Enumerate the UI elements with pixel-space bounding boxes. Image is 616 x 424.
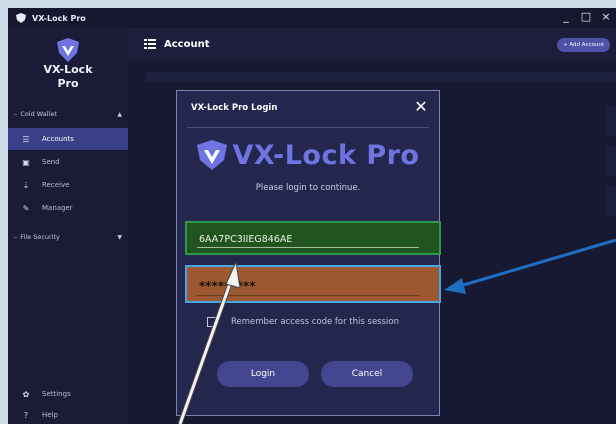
sidebar-item-settings[interactable]: ✿ Settings xyxy=(8,383,128,405)
window-title: VX-Lock Pro xyxy=(32,13,86,23)
sidebar-item-label: Accounts xyxy=(42,135,74,143)
brand-logo: VX-Lock Pro xyxy=(177,135,439,175)
title-bar: VX-Lock Pro _ □ × xyxy=(8,8,616,28)
username-field[interactable] xyxy=(185,221,441,255)
sidebar-logo: VX-Lock Pro xyxy=(38,38,98,90)
receive-icon: ⇣ xyxy=(22,180,30,190)
remember-checkbox[interactable] xyxy=(207,317,217,327)
gear-icon: ✿ xyxy=(22,389,30,399)
section-file-security[interactable]: – File Security ▼ xyxy=(8,230,128,244)
login-button[interactable]: Login xyxy=(217,361,309,387)
list-icon: ☰ xyxy=(22,134,30,144)
list-header-icon xyxy=(144,39,156,49)
send-icon: ▣ xyxy=(22,157,30,167)
dialog-header: VX-Lock Pro Login ✕ xyxy=(177,91,439,125)
sidebar-item-receive[interactable]: ⇣ Receive xyxy=(8,174,128,196)
close-icon[interactable]: ✕ xyxy=(413,99,429,115)
cancel-button[interactable]: Cancel xyxy=(321,361,413,387)
dialog-title: VX-Lock Pro Login xyxy=(191,103,278,113)
app-logo-icon xyxy=(16,13,26,23)
divider xyxy=(187,127,429,128)
shield-logo-icon xyxy=(196,140,227,170)
section-cold-wallet-label: Cold Wallet xyxy=(20,110,57,118)
section-file-security-label: File Security xyxy=(20,233,60,241)
sidebar-item-accounts[interactable]: ☰ Accounts xyxy=(8,128,128,150)
minimize-button[interactable]: _ xyxy=(560,10,572,23)
sidebar-item-manager[interactable]: ✎ Manager xyxy=(8,197,128,219)
sidebar-item-label: Help xyxy=(42,411,58,419)
password-field[interactable] xyxy=(185,265,441,303)
login-dialog: VX-Lock Pro Login ✕ VX-Lock Pro Please l… xyxy=(176,90,441,416)
sidebar: VX-Lock Pro – Cold Wallet ▲ ☰ Accounts ▣… xyxy=(8,28,128,424)
logo-text-1: VX-Lock xyxy=(43,63,93,76)
shield-logo-icon xyxy=(57,38,79,62)
window-controls: _ □ × xyxy=(560,10,612,23)
sidebar-item-label: Settings xyxy=(42,390,71,398)
add-account-button[interactable]: + Add Account xyxy=(557,38,610,52)
pen-icon: ✎ xyxy=(22,203,30,213)
sidebar-item-label: Manager xyxy=(42,204,73,212)
maximize-button[interactable]: □ xyxy=(580,10,592,23)
input-underline xyxy=(197,295,419,296)
sidebar-item-send[interactable]: ▣ Send xyxy=(8,151,128,173)
caret-down-icon: ▼ xyxy=(117,233,122,241)
remember-option[interactable]: Remember access code for this session xyxy=(207,317,399,327)
login-subtitle: Please login to continue. xyxy=(255,183,361,193)
brand-name: VX-Lock Pro xyxy=(232,139,420,171)
caret-up-icon: ▲ xyxy=(117,110,122,118)
sidebar-item-label: Receive xyxy=(42,181,70,189)
input-underline xyxy=(197,247,419,248)
help-icon: ? xyxy=(23,410,29,420)
remember-label: Remember access code for this session xyxy=(231,317,399,327)
close-window-button[interactable]: × xyxy=(600,10,612,23)
section-cold-wallet[interactable]: – Cold Wallet ▲ xyxy=(8,107,128,121)
page-title: Account xyxy=(164,38,210,50)
page-header: Account + Add Account xyxy=(128,28,616,60)
sidebar-item-help[interactable]: ? Help xyxy=(8,404,128,424)
logo-text-2: Pro xyxy=(57,77,79,90)
sidebar-item-label: Send xyxy=(42,158,60,166)
